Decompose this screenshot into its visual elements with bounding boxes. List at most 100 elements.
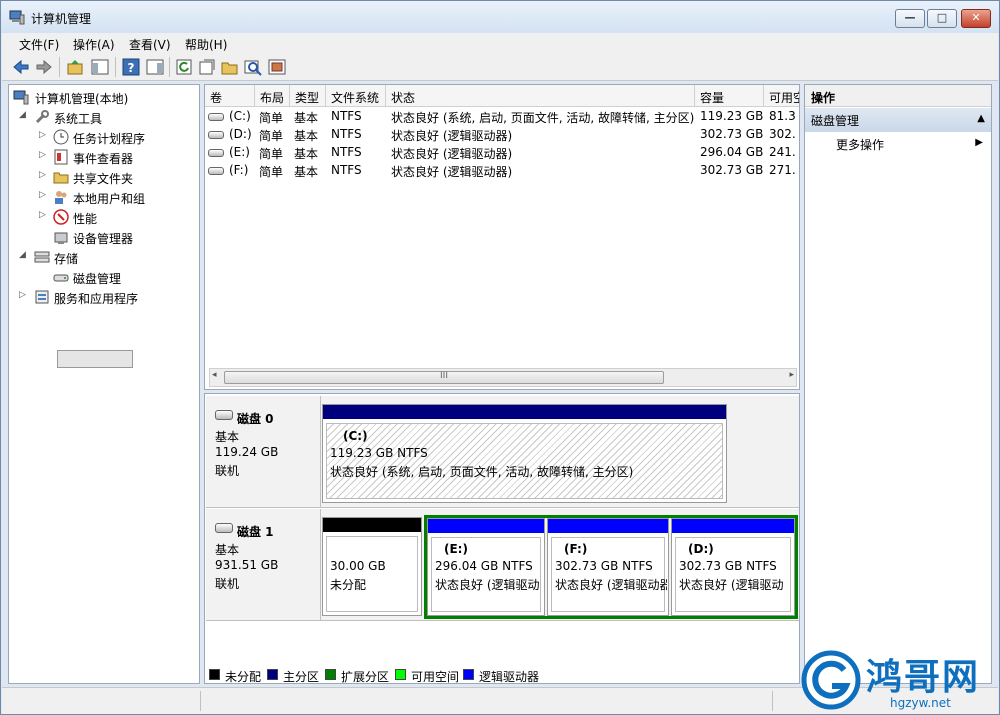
title-bar[interactable]: 计算机管理 — □ ✕ [1, 1, 999, 33]
column-header-layout[interactable]: 布局 [255, 85, 290, 107]
expanded-triangle-icon[interactable]: ◢ [19, 110, 26, 120]
column-header-type[interactable]: 类型 [290, 85, 326, 107]
tree-item-label: 共享文件夹 [73, 172, 134, 186]
partition-body [326, 536, 418, 612]
volume-row[interactable]: (D:) 简单 基本 NTFS 状态良好 (逻辑驱动器) 302.73 GB 302. [205, 126, 799, 144]
collapsed-triangle-icon[interactable]: ▷ [39, 190, 46, 200]
partition-color-bar [323, 518, 421, 532]
partition-e[interactable]: (E:) 296.04 GB NTFS 状态良好 (逻辑驱动 [427, 518, 545, 616]
menu-view[interactable]: 查看(V) [129, 36, 171, 53]
collapsed-triangle-icon[interactable]: ▷ [39, 130, 46, 140]
volume-cell-vol: (E:) [229, 145, 250, 159]
partition-size: 296.04 GB NTFS [435, 559, 533, 573]
collapsed-triangle-icon[interactable]: ▷ [39, 210, 46, 220]
column-header-capacity[interactable]: 容量 [695, 85, 764, 107]
collapsed-triangle-icon[interactable]: ▷ [19, 290, 26, 300]
watermark-logo-icon [801, 650, 861, 710]
show-console-tree-icon[interactable] [91, 58, 109, 76]
disk-type: 基本 [215, 430, 240, 444]
partition-f[interactable]: (F:) 302.73 GB NTFS 状态良好 (逻辑驱动器 [547, 518, 669, 616]
volume-cell-type: 基本 [294, 165, 319, 179]
tools-icon [35, 110, 49, 124]
window-title: 计算机管理 [31, 12, 92, 26]
toolbar-separator [59, 57, 60, 77]
close-button[interactable]: ✕ [961, 9, 991, 28]
volume-cell-free: 241. [769, 145, 796, 159]
column-header-volume[interactable]: 卷 [205, 85, 255, 107]
volume-row[interactable]: (C:) 简单 基本 NTFS 状态良好 (系统, 启动, 页面文件, 活动, 故障转储… [205, 108, 799, 126]
volume-list-header: 卷 布局 类型 文件系统 状态 容量 可用空 [205, 85, 799, 107]
toolbar-separator [169, 57, 170, 77]
actions-section-disk-management[interactable]: 磁盘管理 ▲ [805, 108, 991, 132]
volume-cell-free: 271. [769, 163, 796, 177]
scroll-grip: III [440, 371, 448, 381]
volume-cell-vol: (F:) [229, 163, 249, 177]
disk-0-label[interactable]: 磁盘 0 基本 119.24 GB 联机 [206, 396, 321, 508]
partition-c[interactable]: (C:) 119.23 GB NTFS 状态良好 (系统, 启动, 页面文件, … [322, 404, 727, 503]
volume-row[interactable]: (F:) 简单 基本 NTFS 状态良好 (逻辑驱动器) 302.73 GB 271. [205, 162, 799, 180]
volume-cell-capacity: 302.73 GB [700, 127, 764, 141]
show-action-pane-icon[interactable] [146, 58, 164, 76]
tree-item-label: 本地用户和组 [73, 192, 146, 206]
disk-state: 联机 [215, 464, 240, 478]
volume-row[interactable]: (E:) 简单 基本 NTFS 状态良好 (逻辑驱动器) 296.04 GB 241. [205, 144, 799, 162]
volume-cell-free: 302. [769, 127, 796, 141]
back-arrow-icon[interactable] [12, 58, 30, 76]
more-actions-link[interactable]: 更多操作 [836, 136, 884, 153]
horizontal-scrollbar[interactable]: ◂ III ▸ [209, 368, 797, 387]
column-header-status[interactable]: 状态 [386, 85, 695, 107]
partition-label: (D:) [688, 542, 714, 556]
up-folder-icon[interactable] [66, 58, 84, 76]
volume-cell-layout: 简单 [259, 129, 284, 143]
maximize-button[interactable]: □ [927, 9, 957, 28]
properties-icon[interactable] [198, 58, 216, 76]
partition-d[interactable]: (D:) 302.73 GB NTFS 状态良好 (逻辑驱动 [671, 518, 795, 616]
menu-file[interactable]: 文件(F) [19, 36, 59, 53]
tree-item-label: 系统工具 [54, 112, 103, 126]
search-icon[interactable] [244, 58, 262, 76]
clock-icon [53, 129, 69, 145]
volume-icon [208, 149, 224, 157]
partition-label: (E:) [444, 542, 468, 556]
legend-label: 逻辑驱动器 [479, 670, 540, 684]
legend-swatch [463, 669, 474, 680]
minimize-button[interactable]: — [895, 9, 925, 28]
disk-management-icon [53, 274, 69, 282]
scroll-right-icon[interactable]: ▸ [789, 370, 794, 380]
refresh-icon[interactable] [175, 58, 193, 76]
legend-label: 主分区 [283, 670, 320, 684]
scroll-left-icon[interactable]: ◂ [212, 370, 217, 380]
disk-settings-icon[interactable] [268, 58, 286, 76]
toolbar-separator [115, 57, 116, 77]
selection-highlight [57, 350, 133, 368]
volume-cell-capacity: 302.73 GB [700, 163, 764, 177]
forward-arrow-icon[interactable] [35, 58, 53, 76]
actions-header: 操作 [805, 85, 991, 107]
collapsed-triangle-icon[interactable]: ▷ [39, 150, 46, 160]
menu-help[interactable]: 帮助(H) [185, 36, 227, 53]
scrollbar-thumb[interactable]: III [224, 371, 664, 384]
disk-1-label[interactable]: 磁盘 1 基本 931.51 GB 联机 [206, 509, 321, 621]
help-icon[interactable]: ? [122, 58, 140, 76]
partition-unallocated[interactable]: 30.00 GB 未分配 [322, 517, 422, 616]
column-header-free-space[interactable]: 可用空 [764, 85, 799, 107]
open-folder-icon[interactable] [221, 58, 239, 76]
volume-cell-vol: (D:) [229, 127, 252, 141]
svg-text:?: ? [128, 61, 135, 75]
computer-management-icon [13, 90, 29, 105]
volume-cell-layout: 简单 [259, 165, 284, 179]
partition-size: 302.73 GB NTFS [679, 559, 777, 573]
submenu-arrow-icon[interactable]: ▶ [975, 137, 983, 148]
legend-label: 可用空间 [411, 670, 460, 684]
volume-cell-type: 基本 [294, 129, 319, 143]
volume-icon [208, 131, 224, 139]
collapsed-triangle-icon[interactable]: ▷ [39, 170, 46, 180]
volume-cell-type: 基本 [294, 111, 319, 125]
menu-action[interactable]: 操作(A) [73, 36, 115, 53]
column-header-filesystem[interactable]: 文件系统 [326, 85, 386, 107]
actions-section-label: 磁盘管理 [811, 114, 860, 128]
volume-cell-fs: NTFS [331, 163, 362, 177]
collapse-up-icon[interactable]: ▲ [977, 113, 985, 124]
partition-color-bar [548, 519, 668, 533]
expanded-triangle-icon[interactable]: ◢ [19, 250, 26, 260]
